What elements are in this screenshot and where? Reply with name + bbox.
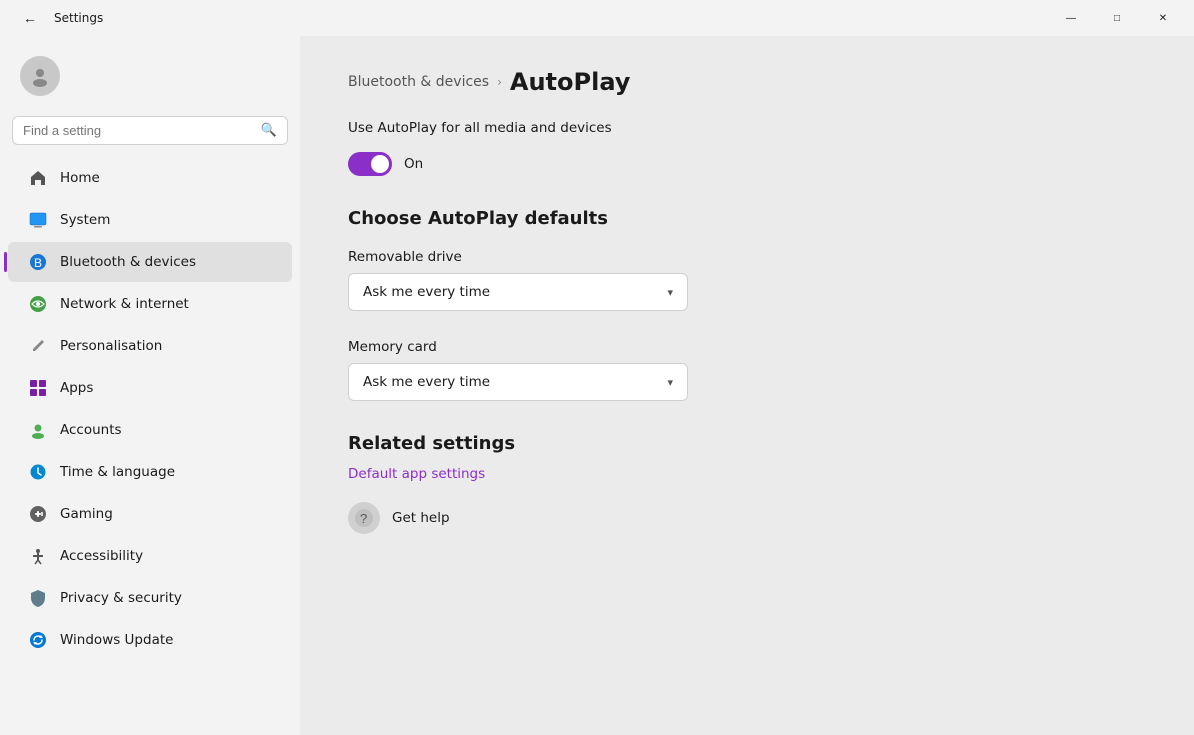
removable-drive-label: Removable drive: [348, 249, 1146, 265]
autoplay-toggle-row: On: [348, 152, 1146, 176]
sidebar-label-bluetooth: Bluetooth & devices: [60, 254, 196, 270]
search-icon: 🔍: [261, 123, 277, 138]
memory-card-group: Memory card Ask me every time ▾: [348, 339, 1146, 401]
removable-drive-group: Removable drive Ask me every time ▾: [348, 249, 1146, 311]
autoplay-toggle[interactable]: [348, 152, 392, 176]
network-icon: [28, 294, 48, 314]
sidebar-item-bluetooth[interactable]: B Bluetooth & devices: [8, 242, 292, 282]
chevron-down-icon: ▾: [667, 286, 673, 299]
default-app-settings-link[interactable]: Default app settings: [348, 466, 1146, 482]
privacy-icon: [28, 588, 48, 608]
sidebar-label-personalisation: Personalisation: [60, 338, 162, 354]
titlebar: ← Settings — □ ✕: [0, 0, 1194, 36]
back-button[interactable]: ←: [16, 2, 44, 34]
sidebar: 🔍 Home System B Bluetooth & devices Ne: [0, 36, 300, 735]
gaming-icon: [28, 504, 48, 524]
sidebar-item-apps[interactable]: Apps: [8, 368, 292, 408]
sidebar-label-privacy: Privacy & security: [60, 590, 182, 606]
choose-autoplay-title: Choose AutoPlay defaults: [348, 208, 1146, 229]
accessibility-icon: [28, 546, 48, 566]
memory-card-label: Memory card: [348, 339, 1146, 355]
sidebar-label-time: Time & language: [60, 464, 175, 480]
search-box[interactable]: 🔍: [12, 116, 288, 145]
window-controls: — □ ✕: [1048, 2, 1186, 34]
sidebar-item-home[interactable]: Home: [8, 158, 292, 198]
removable-drive-value: Ask me every time: [363, 284, 490, 300]
toggle-state-label: On: [404, 156, 423, 172]
help-icon: ?: [348, 502, 380, 534]
close-button[interactable]: ✕: [1140, 2, 1186, 34]
sidebar-label-update: Windows Update: [60, 632, 173, 648]
sidebar-label-accounts: Accounts: [60, 422, 122, 438]
sidebar-label-accessibility: Accessibility: [60, 548, 143, 564]
sidebar-item-privacy[interactable]: Privacy & security: [8, 578, 292, 618]
accounts-icon: [28, 420, 48, 440]
sidebar-item-system[interactable]: System: [8, 200, 292, 240]
sidebar-label-gaming: Gaming: [60, 506, 113, 522]
memory-card-value: Ask me every time: [363, 374, 490, 390]
time-icon: [28, 462, 48, 482]
help-row: ? Get help: [348, 502, 1146, 534]
page-title: AutoPlay: [510, 68, 631, 96]
sidebar-label-network: Network & internet: [60, 296, 189, 312]
update-icon: [28, 630, 48, 650]
app-title: Settings: [54, 11, 103, 25]
removable-drive-dropdown[interactable]: Ask me every time ▾: [348, 273, 688, 311]
sidebar-item-gaming[interactable]: Gaming: [8, 494, 292, 534]
apps-icon: [28, 378, 48, 398]
get-help-link[interactable]: Get help: [392, 510, 450, 526]
maximize-button[interactable]: □: [1094, 2, 1140, 34]
autoplay-description: Use AutoPlay for all media and devices: [348, 120, 1146, 136]
user-section: [0, 44, 300, 116]
search-input[interactable]: [23, 123, 253, 138]
sidebar-item-accounts[interactable]: Accounts: [8, 410, 292, 450]
home-icon: [28, 168, 48, 188]
sidebar-label-system: System: [60, 212, 110, 228]
chevron-down-icon-2: ▾: [667, 376, 673, 389]
memory-card-dropdown[interactable]: Ask me every time ▾: [348, 363, 688, 401]
minimize-button[interactable]: —: [1048, 2, 1094, 34]
sidebar-item-personalisation[interactable]: Personalisation: [8, 326, 292, 366]
svg-text:B: B: [34, 256, 42, 270]
sidebar-label-home: Home: [60, 170, 100, 186]
sidebar-item-time[interactable]: Time & language: [8, 452, 292, 492]
breadcrumb-parent[interactable]: Bluetooth & devices: [348, 74, 489, 90]
sidebar-item-accessibility[interactable]: Accessibility: [8, 536, 292, 576]
sidebar-item-network[interactable]: Network & internet: [8, 284, 292, 324]
breadcrumb-separator: ›: [497, 75, 502, 89]
sidebar-item-update[interactable]: Windows Update: [8, 620, 292, 660]
sidebar-label-apps: Apps: [60, 380, 93, 396]
breadcrumb: Bluetooth & devices › AutoPlay: [348, 68, 1146, 96]
svg-text:?: ?: [360, 511, 367, 526]
personalisation-icon: [28, 336, 48, 356]
system-icon: [28, 210, 48, 230]
bluetooth-icon: B: [28, 252, 48, 272]
related-settings-title: Related settings: [348, 433, 1146, 454]
avatar: [20, 56, 60, 96]
main-content: Bluetooth & devices › AutoPlay Use AutoP…: [300, 36, 1194, 735]
